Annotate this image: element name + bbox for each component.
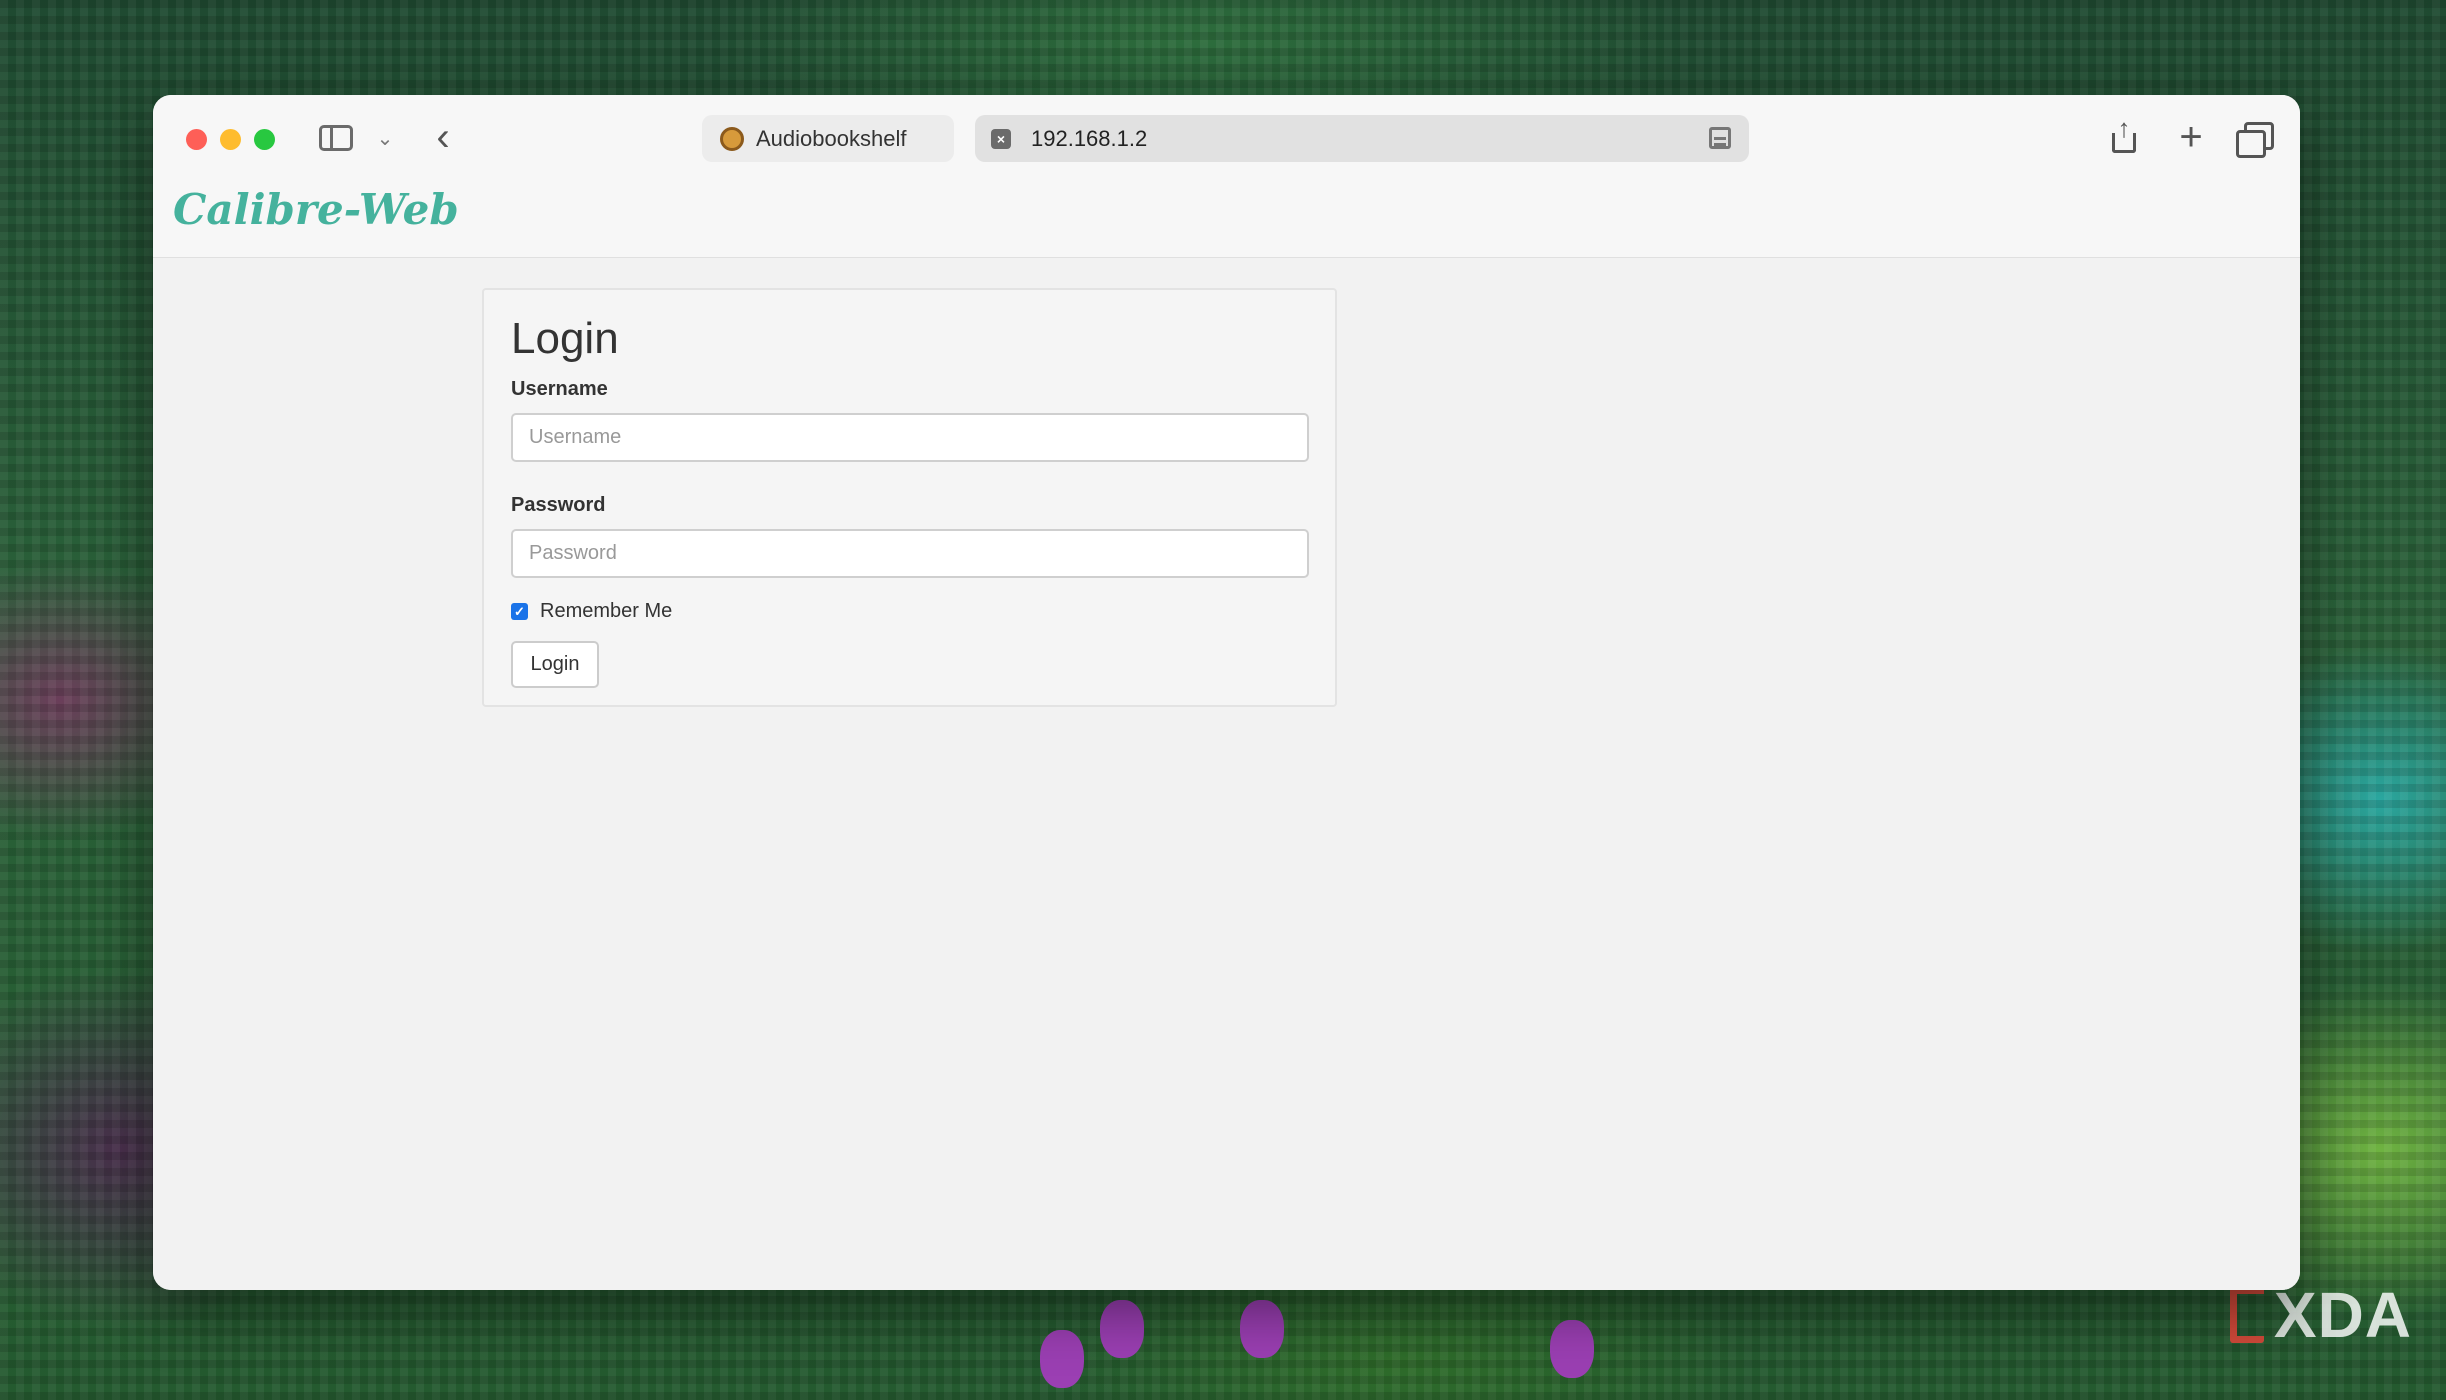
background-flower	[1550, 1320, 1594, 1378]
background-flower	[1240, 1300, 1284, 1358]
password-label: Password	[511, 494, 606, 516]
tab-label: Audiobookshelf	[756, 125, 907, 151]
remember-me-label[interactable]: Remember Me	[540, 600, 672, 623]
minimize-window-button[interactable]	[220, 129, 241, 150]
background-flower	[1040, 1330, 1084, 1388]
page-content: Login Username Password ✓ Remember Me Lo…	[153, 258, 2300, 1290]
login-button[interactable]: Login	[511, 641, 599, 688]
back-arrow-icon[interactable]: ‹	[423, 115, 463, 159]
browser-tab-audiobookshelf[interactable]: Audiobookshelf	[702, 115, 954, 162]
password-input[interactable]	[511, 529, 1309, 578]
share-icon[interactable]: ↑	[2106, 115, 2142, 157]
plus-icon[interactable]: +	[2173, 115, 2209, 159]
chevron-down-icon[interactable]: ⌄	[372, 125, 398, 151]
maximize-window-button[interactable]	[254, 129, 275, 150]
remember-me-row: ✓ Remember Me	[511, 600, 1308, 623]
browser-toolbar: ⌄ ‹ Audiobookshelf × 192.168.1.2 ↑ + Cal…	[153, 95, 2300, 258]
browser-window: ⌄ ‹ Audiobookshelf × 192.168.1.2 ↑ + Cal…	[153, 95, 2300, 1290]
remember-me-checkbox[interactable]: ✓	[511, 603, 528, 620]
page-title: Login	[511, 314, 619, 363]
close-window-button[interactable]	[186, 129, 207, 150]
xda-logo-icon	[2229, 1287, 2264, 1343]
sidebar-icon[interactable]	[319, 125, 353, 151]
audiobookshelf-favicon-icon	[720, 126, 744, 151]
tab-overview-icon[interactable]	[2236, 122, 2274, 158]
username-input[interactable]	[511, 413, 1309, 462]
username-label: Username	[511, 378, 608, 400]
background-flower	[1100, 1300, 1144, 1358]
address-bar[interactable]: × 192.168.1.2	[975, 115, 1749, 162]
app-brand-logo[interactable]: Calibre-Web	[173, 185, 459, 234]
site-favicon-icon: ×	[991, 128, 1011, 149]
reader-mode-icon[interactable]	[1709, 127, 1731, 149]
login-card: Login Username Password ✓ Remember Me Lo…	[482, 288, 1337, 707]
address-text: 192.168.1.2	[1031, 125, 1148, 151]
